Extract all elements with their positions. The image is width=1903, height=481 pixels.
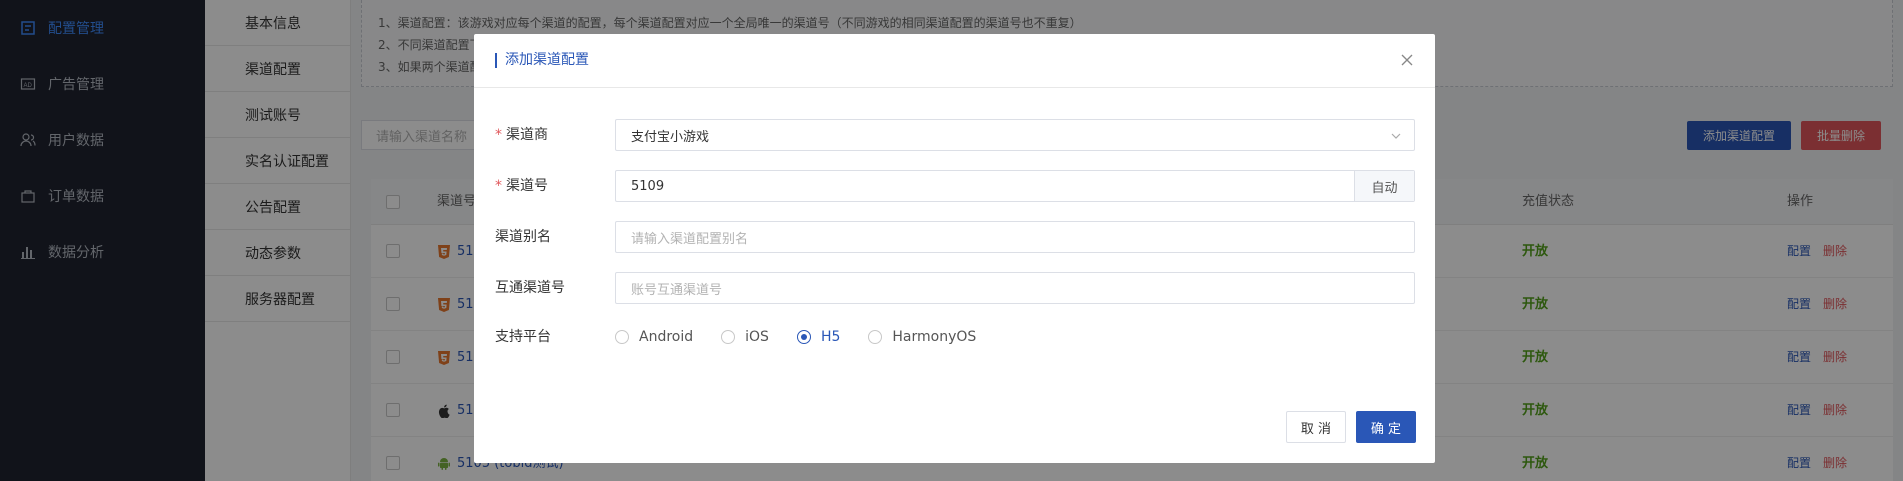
radio-ios[interactable]: iOS bbox=[721, 329, 769, 345]
platform-radio-group: Android iOS H5 HarmonyOS bbox=[615, 321, 1004, 353]
channel-no-value: 5109 bbox=[631, 178, 665, 194]
radio-android[interactable]: Android bbox=[615, 329, 693, 345]
merchant-value: 支付宝小游戏 bbox=[631, 129, 710, 145]
alias-input[interactable]: 请输入渠道配置别名 bbox=[615, 221, 1415, 253]
auto-button[interactable]: 自动 bbox=[1354, 171, 1414, 201]
required-mark: * bbox=[495, 127, 502, 143]
chevron-down-icon bbox=[1390, 130, 1402, 142]
required-mark: * bbox=[495, 178, 502, 194]
add-channel-dialog: 添加渠道配置 * 渠道商 支付宝小游戏 * 渠道号 5109 自动 渠道别名 请输入… bbox=[474, 34, 1435, 463]
platform-label: 支持平台 bbox=[495, 329, 551, 345]
interop-input[interactable]: 账号互通渠道号 bbox=[615, 272, 1415, 304]
channel-no-label: * 渠道号 bbox=[495, 178, 548, 194]
dialog-title: 添加渠道配置 bbox=[495, 53, 589, 68]
cancel-button[interactable]: 取 消 bbox=[1286, 411, 1346, 443]
confirm-button[interactable]: 确 定 bbox=[1356, 411, 1416, 443]
channel-no-input[interactable]: 5109 自动 bbox=[615, 170, 1415, 202]
merchant-label: * 渠道商 bbox=[495, 127, 548, 143]
interop-label: 互通渠道号 bbox=[495, 280, 565, 296]
radio-harmonyos[interactable]: HarmonyOS bbox=[868, 329, 976, 345]
alias-label: 渠道别名 bbox=[495, 229, 551, 245]
radio-h5[interactable]: H5 bbox=[796, 329, 840, 345]
merchant-select[interactable]: 支付宝小游戏 bbox=[615, 119, 1415, 151]
close-icon[interactable] bbox=[1399, 52, 1415, 68]
dialog-header: 添加渠道配置 bbox=[474, 34, 1435, 88]
